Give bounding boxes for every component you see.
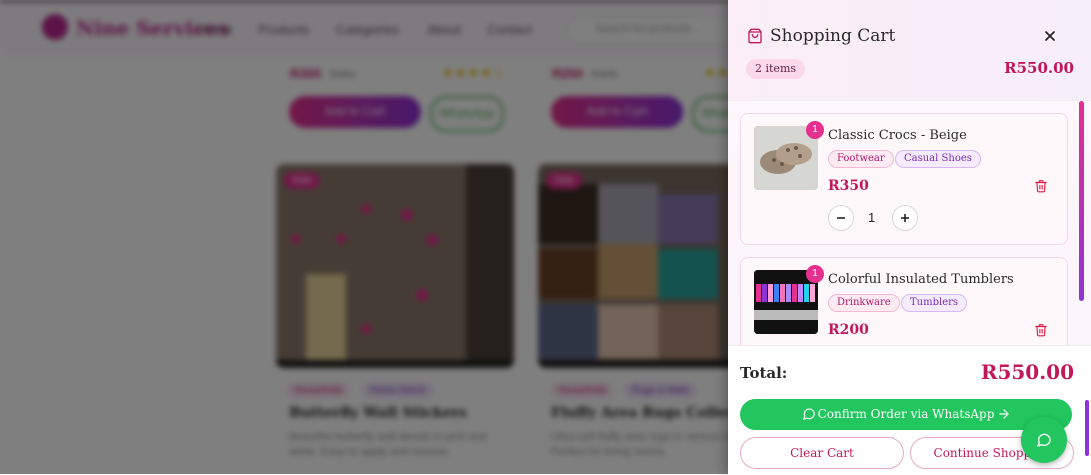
- item-tag: Footwear: [828, 150, 894, 168]
- total-label: Total:: [740, 364, 788, 382]
- shopping-bag-icon: [748, 28, 762, 44]
- cart-title: Shopping Cart: [770, 26, 896, 46]
- minus-icon[interactable]: [828, 205, 854, 231]
- shopping-cart-panel: Shopping Cart 2 items R550.00 1 Classic …: [728, 0, 1091, 475]
- item-quantity-badge: 1: [806, 121, 824, 139]
- modal-backdrop[interactable]: [0, 0, 728, 474]
- total-value: R550.00: [980, 360, 1074, 384]
- item-quantity: 1: [868, 210, 876, 225]
- arrow-right-icon: [999, 409, 1009, 419]
- chat-icon[interactable]: [1021, 417, 1067, 463]
- items-count-badge: 2 items: [746, 59, 806, 79]
- trash-icon[interactable]: [1034, 179, 1048, 193]
- confirm-order-label: Confirm Order via WhatsApp: [817, 407, 995, 421]
- header-total: R550.00: [1004, 59, 1074, 77]
- cart-header: Shopping Cart 2 items R550.00: [728, 0, 1091, 101]
- item-quantity-badge: 1: [806, 265, 824, 283]
- item-name: Classic Crocs - Beige: [828, 128, 967, 143]
- item-name: Colorful Insulated Tumblers: [828, 272, 1014, 287]
- close-icon[interactable]: [1042, 28, 1058, 44]
- item-tag: Casual Shoes: [895, 150, 981, 168]
- scrollbar-thumb[interactable]: [1079, 101, 1084, 301]
- item-tag: Drinkware: [828, 294, 900, 312]
- clear-cart-button[interactable]: Clear Cart: [740, 437, 904, 469]
- clear-cart-label: Clear Cart: [790, 446, 854, 460]
- cart-item: 1 Classic Crocs - Beige Footwear Casual …: [740, 113, 1068, 245]
- plus-icon[interactable]: [892, 205, 918, 231]
- trash-icon[interactable]: [1034, 323, 1048, 337]
- item-tag: Tumblers: [901, 294, 968, 312]
- cart-items-list[interactable]: 1 Classic Crocs - Beige Footwear Casual …: [728, 101, 1091, 345]
- confirm-order-button[interactable]: Confirm Order via WhatsApp: [740, 399, 1072, 430]
- page-scrollbar[interactable]: [1085, 400, 1089, 456]
- item-price: R200: [828, 322, 869, 338]
- item-price: R350: [828, 178, 869, 194]
- cart-item: 1 Colorful Insulated Tumblers Drinkware …: [740, 257, 1068, 345]
